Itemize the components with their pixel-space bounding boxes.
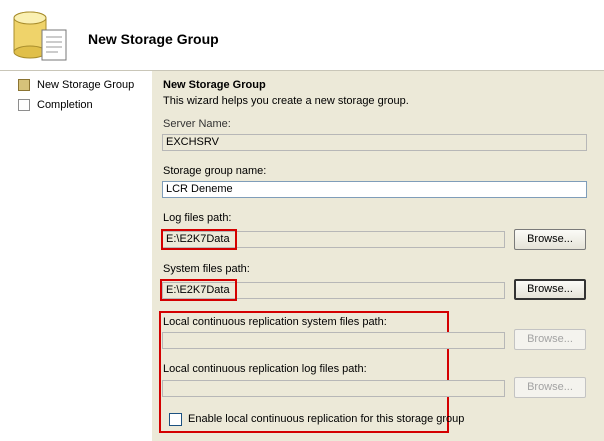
step-completion[interactable]: Completion — [18, 97, 93, 113]
lcr-system-browse-button[interactable]: Browse... — [514, 329, 586, 350]
wizard-page: New Storage Group This wizard helps you … — [152, 71, 604, 441]
page-heading: New Storage Group — [163, 79, 266, 91]
system-files-path-label: System files path: — [163, 263, 250, 275]
page-description: This wizard helps you create a new stora… — [163, 95, 409, 107]
log-path-highlight — [161, 229, 237, 250]
server-name-field: EXCHSRV — [162, 134, 587, 151]
wizard-header: New Storage Group — [0, 0, 604, 71]
step-label: Completion — [37, 99, 93, 111]
storage-group-name-label: Storage group name: — [163, 165, 267, 177]
step-label: New Storage Group — [37, 79, 135, 91]
log-files-path-label: Log files path: — [163, 212, 232, 224]
log-files-browse-button[interactable]: Browse... — [514, 229, 586, 250]
current-step-icon — [18, 79, 30, 91]
system-files-browse-button[interactable]: Browse... — [514, 279, 586, 300]
wizard-title: New Storage Group — [88, 31, 219, 47]
system-path-highlight — [160, 279, 237, 301]
lcr-log-files-label: Local continuous replication log files p… — [163, 363, 367, 375]
pending-step-icon — [18, 99, 30, 111]
wizard-steps-sidebar: New Storage Group Completion — [0, 71, 152, 441]
lcr-system-files-field — [162, 332, 505, 349]
enable-lcr-label[interactable]: Enable local continuous replication for … — [188, 413, 464, 425]
storage-group-name-input[interactable]: LCR Deneme — [162, 181, 587, 198]
database-storage-icon — [13, 11, 67, 61]
enable-lcr-checkbox[interactable] — [169, 413, 182, 426]
server-name-label: Server Name: — [163, 118, 231, 130]
lcr-log-files-field — [162, 380, 505, 397]
lcr-log-browse-button[interactable]: Browse... — [514, 377, 586, 398]
lcr-system-files-label: Local continuous replication system file… — [163, 316, 387, 328]
step-new-storage-group[interactable]: New Storage Group — [18, 77, 134, 93]
